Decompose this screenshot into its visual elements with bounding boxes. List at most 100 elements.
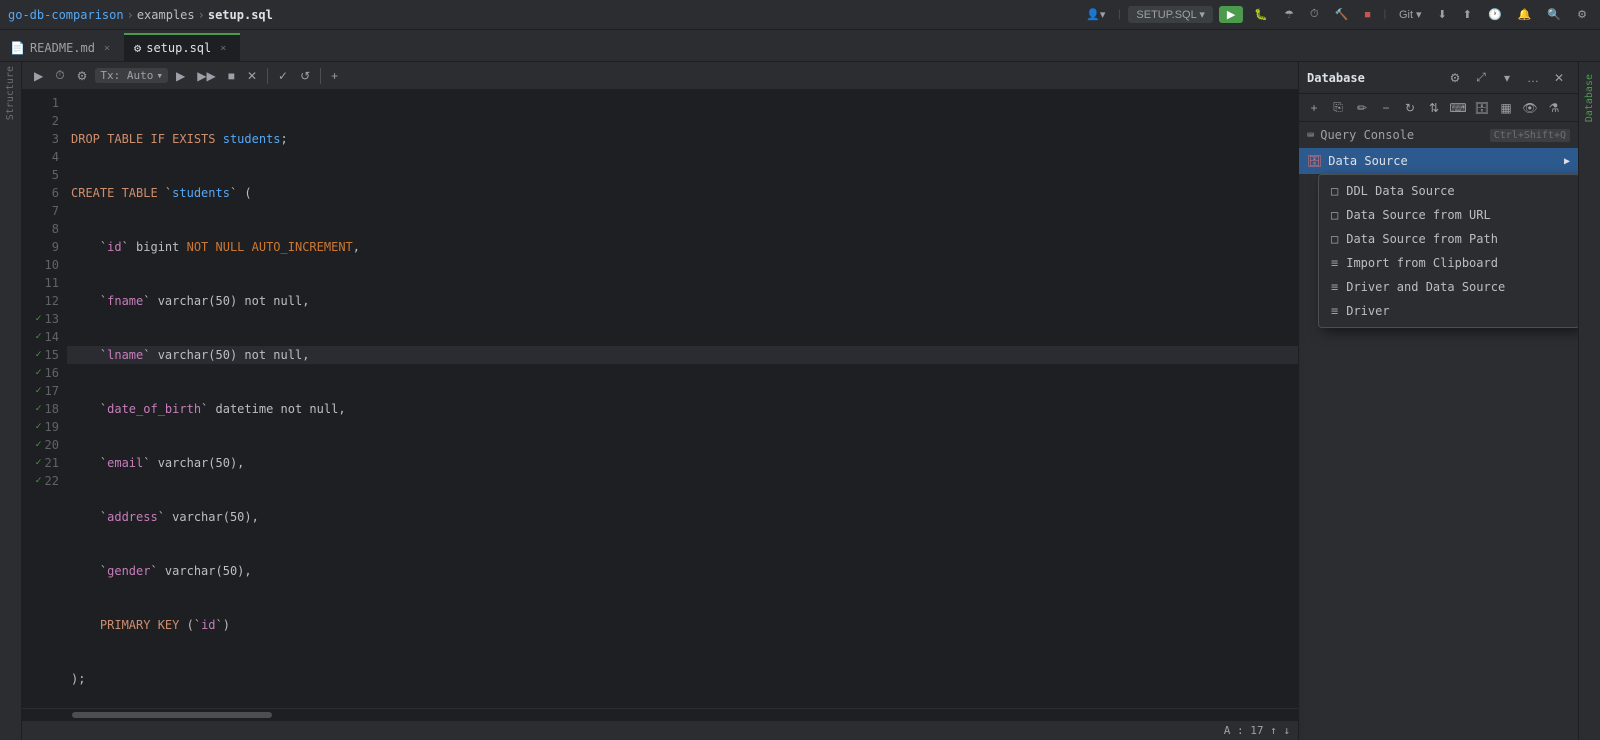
db-schema-btn[interactable]: 🗄 (1471, 97, 1493, 119)
ds-url-icon: □ (1331, 208, 1338, 222)
code-line-1: DROP TABLE IF EXISTS students; (67, 130, 1298, 148)
build-button[interactable]: 🔨 (1330, 6, 1354, 23)
code-content[interactable]: DROP TABLE IF EXISTS students; CREATE TA… (67, 90, 1298, 708)
ddl-ds-label: DDL Data Source (1346, 184, 1454, 198)
structure-tab[interactable]: Structure (5, 66, 16, 120)
import-clipboard-item[interactable]: ≡ Import from Clipboard (1319, 251, 1578, 275)
position-text: A : 17 ↑ ↓ (1224, 724, 1290, 737)
breadcrumb: go-db-comparison › examples › setup.sql (8, 8, 273, 22)
driver-item[interactable]: ≡ Driver (1319, 299, 1578, 323)
db-add-btn[interactable]: + (1303, 97, 1325, 119)
vertical-tabs: Database (1578, 62, 1600, 740)
run-file-btn2[interactable]: ⏱ (51, 66, 68, 85)
commit-btn[interactable]: ✓ (274, 67, 292, 85)
db-expand-btn[interactable]: ⤢ (1470, 67, 1492, 89)
run-file-button[interactable]: ▶ (30, 67, 47, 85)
db-settings-btn[interactable]: ⚙ (1444, 67, 1466, 89)
line-num-1: 1 (22, 94, 59, 112)
code-line-7: `email` varchar(50), (67, 454, 1298, 472)
run-button[interactable]: ▶ (1219, 6, 1243, 23)
stop-button[interactable]: ■ (1359, 7, 1376, 23)
position-indicator: A : 17 ↑ ↓ (22, 720, 1298, 740)
execute-btn[interactable]: ▶ (172, 67, 189, 85)
db-refresh-btn[interactable]: ↻ (1399, 97, 1421, 119)
horizontal-scrollbar[interactable] (22, 708, 1298, 720)
settings-button[interactable]: ⚙ (1572, 6, 1592, 23)
rollback-btn[interactable]: ↺ (296, 67, 314, 85)
code-line-10: PRIMARY KEY (`id`) (67, 616, 1298, 634)
readme-tab-label: README.md (30, 41, 95, 55)
run-config-label: SETUP.SQL (1136, 9, 1196, 21)
tx-selector[interactable]: Tx: Auto ▾ (95, 68, 168, 83)
search-button[interactable]: 🔍 (1542, 6, 1566, 23)
line-num-8: 8 (22, 220, 59, 238)
database-vert-tab[interactable]: Database (1581, 66, 1598, 130)
datasource-dropdown: □ DDL Data Source □ Data Source from URL… (1318, 174, 1578, 328)
line-num-15: ✓15 (22, 346, 59, 364)
db-panel-title: Database (1307, 71, 1440, 85)
database-panel: Database ⚙ ⤢ ▾ … ✕ + ⎘ ✏ − ↻ ⇅ ⌨ 🗄 ▦ 👁 ⚗… (1298, 62, 1578, 740)
readme-close-button[interactable]: × (100, 41, 114, 55)
run-config-selector[interactable]: SETUP.SQL ▾ (1128, 6, 1213, 23)
code-line-4: `fname` varchar(50) not null, (67, 292, 1298, 310)
db-console-btn[interactable]: ⌨ (1447, 97, 1469, 119)
line-num-20: ✓20 (22, 436, 59, 454)
driver-icon: ≡ (1331, 304, 1338, 318)
readme-icon: 📄 (10, 41, 25, 55)
ds-from-url-item[interactable]: □ Data Source from URL (1319, 203, 1578, 227)
tx-arrow-icon: ▾ (156, 69, 163, 82)
db-table-btn[interactable]: ▦ (1495, 97, 1517, 119)
ds-url-label: Data Source from URL (1346, 208, 1491, 222)
db-collapse-btn[interactable]: ▾ (1496, 67, 1518, 89)
db-panel-header: Database ⚙ ⤢ ▾ … ✕ (1299, 62, 1578, 94)
tab-bar: 📄 README.md × ⚙ setup.sql × (0, 30, 1600, 62)
line-num-16: ✓16 (22, 364, 59, 382)
sql-icon: ⚙ (134, 41, 141, 55)
ddl-data-source-item[interactable]: □ DDL Data Source (1319, 179, 1578, 203)
ds-path-label: Data Source from Path (1346, 232, 1498, 246)
git-push-button[interactable]: ⬆ (1458, 6, 1477, 23)
tab-setup-sql[interactable]: ⚙ setup.sql × (124, 33, 240, 61)
db-edit-btn[interactable]: ✏ (1351, 97, 1373, 119)
db-sync-btn[interactable]: ⇅ (1423, 97, 1445, 119)
execute-selected-btn[interactable]: ▶▶ (193, 67, 219, 85)
import-cb-label: Import from Clipboard (1346, 256, 1498, 270)
line-numbers: 1 2 3 4 5 6 7 8 9 10 11 12 ✓13 ✓14 ✓15 ✓… (22, 90, 67, 708)
db-remove-btn[interactable]: − (1375, 97, 1397, 119)
setup-sql-close-button[interactable]: × (216, 41, 230, 55)
code-editor[interactable]: 1 2 3 4 5 6 7 8 9 10 11 12 ✓13 ✓14 ✓15 ✓… (22, 90, 1298, 708)
title-bar-right: 👤▾ | SETUP.SQL ▾ ▶ 🐛 ☂ ⏱ 🔨 ■ | Git ▾ ⬇ ⬆… (1081, 6, 1592, 23)
settings-btn2[interactable]: ⚙ (73, 67, 92, 85)
query-console-label: Query Console (1320, 128, 1414, 142)
add-session-btn[interactable]: + (327, 67, 342, 85)
git-pull-button[interactable]: ⬇ (1433, 6, 1452, 23)
line-num-13: ✓13 (22, 310, 59, 328)
debug-button[interactable]: 🐛 (1249, 6, 1273, 23)
tab-readme[interactable]: 📄 README.md × (0, 33, 124, 61)
editor-toolbar: ▶ ⏱ ⚙ Tx: Auto ▾ ▶ ▶▶ ■ ✕ ✓ ↺ + (22, 62, 1298, 90)
line-num-12: 12 (22, 292, 59, 310)
profile-button[interactable]: ⏱ (1305, 6, 1324, 23)
query-console-item[interactable]: ⌨ Query Console Ctrl+Shift+Q (1299, 122, 1578, 148)
db-close-btn[interactable]: ✕ (1548, 67, 1570, 89)
datasource-active-item[interactable]: 🗄 Data Source ▶ (1299, 148, 1578, 174)
datasource-arrow: ▶ (1564, 156, 1570, 167)
db-more-btn[interactable]: … (1522, 67, 1544, 89)
ds-from-path-item[interactable]: □ Data Source from Path (1319, 227, 1578, 251)
line-num-10: 10 (22, 256, 59, 274)
user-icon[interactable]: 👤▾ (1081, 6, 1110, 23)
git-button[interactable]: Git ▾ (1394, 6, 1427, 23)
line-num-14: ✓14 (22, 328, 59, 346)
coverage-button[interactable]: ☂ (1279, 6, 1299, 23)
main-area: Structure ▶ ⏱ ⚙ Tx: Auto ▾ ▶ ▶▶ ■ ✕ ✓ ↺ … (0, 62, 1600, 740)
history-button[interactable]: 🕐 (1483, 6, 1507, 23)
driver-and-ds-item[interactable]: ≡ Driver and Data Source (1319, 275, 1578, 299)
db-view-btn[interactable]: 👁 (1519, 97, 1541, 119)
notifications-button[interactable]: 🔔 (1513, 6, 1537, 23)
db-panel-content: ⌨ Query Console Ctrl+Shift+Q 🗄 Data Sour… (1299, 122, 1578, 740)
line-num-3: 3 (22, 130, 59, 148)
db-filter-btn[interactable]: ⚗ (1543, 97, 1565, 119)
cancel-btn[interactable]: ✕ (243, 67, 261, 85)
stop-exec-btn[interactable]: ■ (224, 67, 239, 85)
db-copy-btn[interactable]: ⎘ (1327, 97, 1349, 119)
